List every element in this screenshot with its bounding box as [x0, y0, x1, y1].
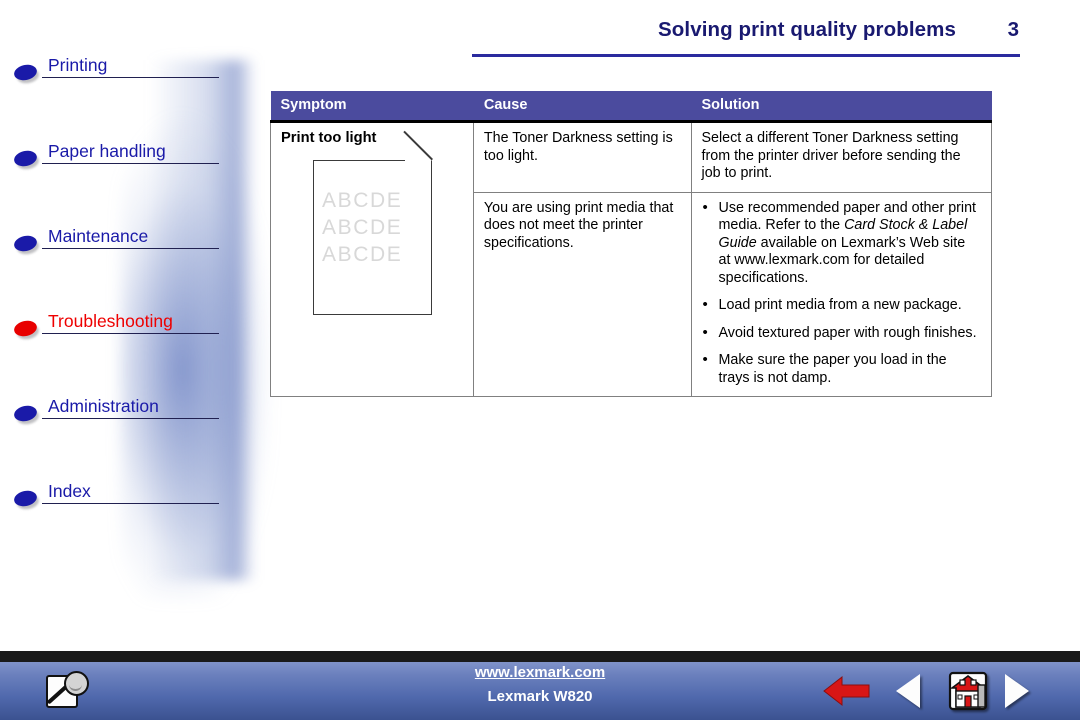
sidebar-item-rule — [42, 503, 219, 504]
column-header-solution: Solution — [691, 91, 992, 123]
column-header-symptom: Symptom — [270, 91, 474, 123]
bullet-icon — [12, 488, 41, 512]
previous-page-button[interactable] — [896, 669, 924, 713]
table-header-row: Symptom Cause Solution — [270, 91, 992, 123]
sidebar-item-administration[interactable]: Administration — [12, 395, 219, 429]
sidebar-item-rule — [42, 163, 219, 164]
list-item: Use recommended paper and other print me… — [702, 199, 981, 288]
print-sample-illustration: ABCDE ABCDE ABCDE — [313, 130, 433, 315]
search-lens-shape — [64, 671, 89, 696]
solution-bullet-list: Use recommended paper and other print me… — [702, 199, 981, 388]
list-item: Make sure the paper you load in the tray… — [702, 351, 981, 387]
bullet-icon — [12, 403, 41, 427]
next-page-button[interactable] — [1005, 669, 1033, 713]
sidebar-item-label: Maintenance — [48, 226, 149, 246]
footer-bar: www.lexmark.com Lexmark W820 — [0, 651, 1080, 720]
cause-cell: You are using print media that does not … — [472, 191, 692, 397]
table-body: Print too light ABCDE ABCDE ABCDE The To… — [270, 121, 993, 397]
search-icon[interactable] — [46, 671, 92, 713]
sidebar-item-label: Printing — [48, 55, 108, 75]
bullet-icon — [12, 62, 41, 86]
page-number: 3 — [1007, 18, 1019, 41]
sample-text-line: ABCDE — [322, 188, 403, 212]
sidebar-item-rule — [42, 77, 219, 78]
sidebar-item-printing[interactable]: Printing — [12, 54, 219, 88]
footer-top-rule — [0, 651, 1080, 662]
sidebar-item-rule — [42, 333, 219, 334]
bullet-icon — [12, 148, 41, 172]
home-house-icon — [948, 671, 988, 711]
page-header: Solving print quality problems 3 — [472, 18, 1020, 62]
previous-page-icon — [896, 674, 920, 708]
page-dogear-icon — [404, 159, 433, 187]
sidebar-item-rule — [42, 418, 219, 419]
back-button[interactable] — [822, 669, 872, 713]
sidebar-item-index[interactable]: Index — [12, 480, 219, 514]
next-page-icon — [1005, 674, 1029, 708]
sidebar-item-paper-handling[interactable]: Paper handling — [12, 140, 219, 174]
column-header-cause: Cause — [473, 91, 692, 123]
sidebar-item-rule — [42, 248, 219, 249]
sample-text-line: ABCDE — [322, 215, 403, 239]
bullet-icon-active — [12, 318, 41, 342]
print-quality-troubleshooting-table: Symptom Cause Solution Print too light A… — [270, 91, 993, 397]
sidebar-item-label: Troubleshooting — [48, 311, 173, 331]
sidebar-item-troubleshooting[interactable]: Troubleshooting — [12, 310, 219, 344]
list-item: Load print media from a new package. — [702, 296, 981, 315]
solution-cell: Use recommended paper and other print me… — [690, 191, 993, 397]
symptom-title: Print too light — [281, 130, 377, 146]
page-title: Solving print quality problems — [658, 18, 956, 41]
sidebar-item-label: Paper handling — [48, 141, 166, 161]
table-row: Print too light ABCDE ABCDE ABCDE The To… — [270, 121, 993, 397]
bullet-icon — [12, 233, 41, 257]
sample-text: ABCDE ABCDE ABCDE — [322, 187, 426, 268]
home-button[interactable] — [947, 669, 991, 713]
cause-cell: The Toner Darkness setting is too light. — [472, 121, 692, 193]
list-item: Avoid textured paper with rough finishes… — [702, 324, 981, 343]
header-divider — [472, 54, 1020, 57]
solution-cell: Select a different Toner Darkness settin… — [690, 121, 993, 193]
red-back-arrow-icon — [823, 675, 870, 707]
lexmark-website-link[interactable]: www.lexmark.com — [475, 663, 605, 683]
document-page: Printing Paper handling Maintenance Trou… — [0, 0, 1080, 720]
sidebar-item-label: Index — [48, 481, 91, 501]
sidebar-navigation: Printing Paper handling Maintenance Trou… — [0, 0, 270, 650]
sidebar-item-maintenance[interactable]: Maintenance — [12, 225, 219, 259]
symptom-cell: Print too light ABCDE ABCDE ABCDE — [270, 121, 474, 397]
table-header: Symptom Cause Solution — [270, 91, 992, 123]
sidebar-item-label: Administration — [48, 396, 159, 416]
sample-text-line: ABCDE — [322, 242, 403, 266]
